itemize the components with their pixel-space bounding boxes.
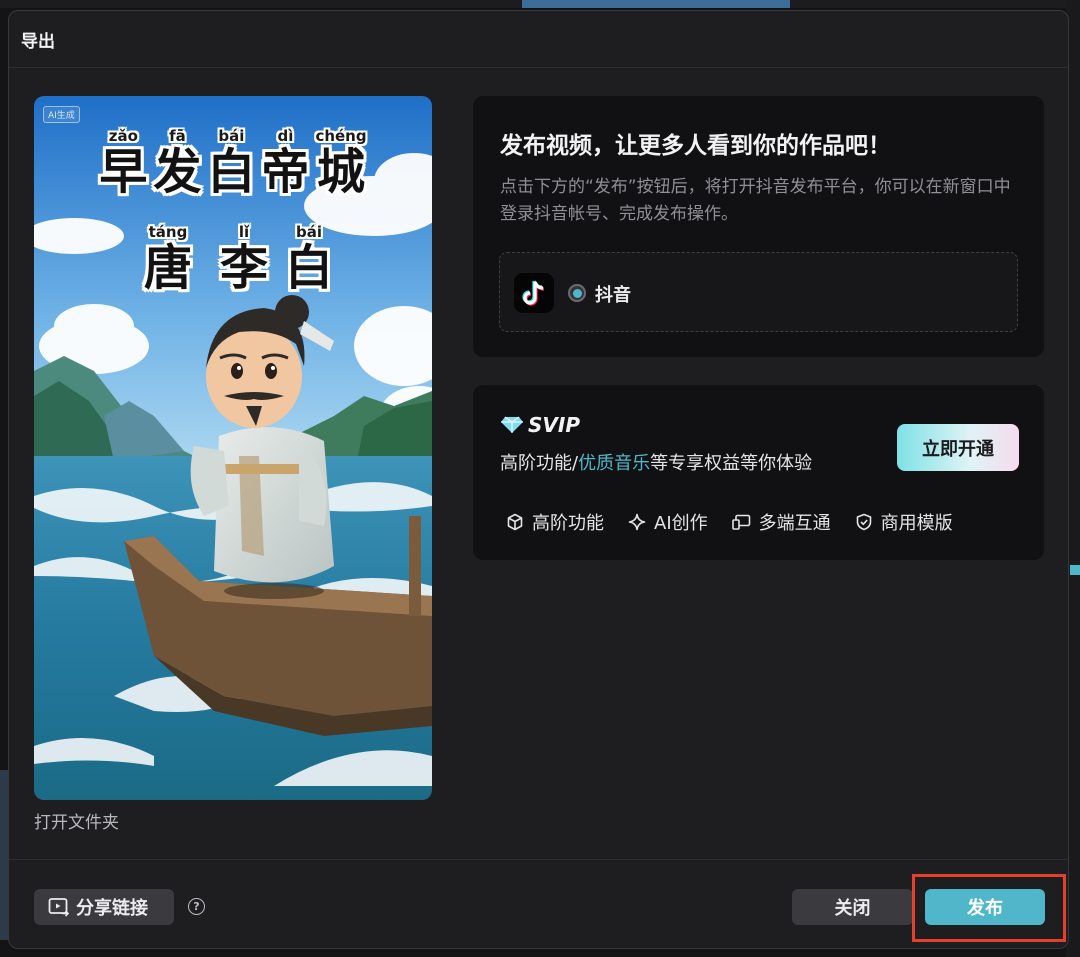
devices-icon [731,514,750,530]
hanzi-char: 白 [207,144,256,200]
platform-radio[interactable] [568,284,586,302]
preview-scene-image [34,96,432,800]
poem-char: zǎo 早 [99,128,147,198]
feature-label: 商用模版 [880,513,953,534]
video-preview: AI生成 zǎo 早 fā 发 bái 白 dì 帝 chéng 城 táng 唐 lǐ 李 bái 白 [34,96,432,800]
dialog-title: 导出 [21,31,55,52]
shield-check-icon [856,513,871,531]
poem-char: chéng 城 [315,128,366,198]
feature-label: 多端互通 [758,513,831,534]
dialog-header: 导出 [9,11,1068,68]
poem-author: táng 唐 lǐ 李 bái 白 [34,224,432,294]
feature-label: 高阶功能 [532,513,604,534]
hanzi-char: 白 [285,240,334,296]
ai-generated-badge: AI生成 [43,106,80,123]
close-button[interactable]: 关闭 [792,889,913,925]
hanzi-char: 早 [99,144,148,200]
background-thumbnail [522,0,790,8]
radio-selected-dot [572,288,582,298]
poem-char: bái 白 [207,128,255,198]
tiktok-icon [514,273,554,313]
export-dialog: 导出 AI生成 zǎo 早 fā 发 bái 白 dì 帝 chéng 城 tá… [8,10,1069,949]
poem-title: zǎo 早 fā 发 bái 白 dì 帝 chéng 城 [34,128,432,198]
svip-card: SVIP 高阶功能/优质音乐等专享权益等你体验 立即开通 高阶功能 AI创作 多… [473,385,1044,560]
svip-open-button[interactable]: 立即开通 [897,424,1019,471]
diamond-icon [501,416,523,433]
background-accent [1070,565,1080,575]
background-left-panel [0,770,8,940]
help-icon[interactable]: ? [188,898,205,915]
dialog-footer: 分享链接 ? 关闭 发布 [9,859,1068,948]
share-link-label: 分享链接 [76,898,148,919]
hanzi-char: 发 [153,144,202,200]
cube-icon [507,513,523,531]
svip-desc-suffix: 等专享权益等你体验 [650,453,813,474]
svip-label: SVIP [528,413,580,437]
poem-char: bái 白 [285,224,333,294]
poem-char: dì 帝 [261,128,309,198]
platform-option-douyin[interactable]: 抖音 [499,252,1018,332]
platform-label: 抖音 [595,285,631,306]
svip-badge: SVIP [500,413,580,437]
share-video-icon [48,898,70,917]
hanzi-char: 帝 [261,144,310,200]
open-folder-link[interactable]: 打开文件夹 [34,808,119,833]
background-toolbar [0,0,1080,8]
publish-button[interactable]: 发布 [925,889,1045,925]
hanzi-char: 城 [317,144,366,200]
svip-features: 高阶功能 AI创作 多端互通 商用模版 [506,509,977,535]
feature-ai: AI创作 [628,509,708,535]
poem-char: lǐ 李 [220,224,268,294]
svip-description: 高阶功能/优质音乐等专享权益等你体验 [500,449,812,475]
share-link-button[interactable]: 分享链接 [34,889,174,925]
poem-char: táng 唐 [144,224,192,294]
sparkle-icon [628,513,646,531]
feature-commercial: 商用模版 [855,509,953,535]
feature-advanced: 高阶功能 [506,509,604,535]
hanzi-char: 李 [219,240,268,296]
svip-desc-highlight: 优质音乐 [578,453,651,474]
feature-multidevice: 多端互通 [731,509,831,535]
svip-desc-prefix: 高阶功能/ [500,453,579,474]
hanzi-char: 唐 [143,240,192,296]
publish-card: 发布视频，让更多人看到你的作品吧！ 点击下方的“发布”按钮后，将打开抖音发布平台… [473,96,1044,357]
poem-char: fā 发 [153,128,201,198]
publish-description: 点击下方的“发布”按钮后，将打开抖音发布平台，你可以在新窗口中登录抖音帐号、完成… [500,177,1011,224]
feature-label: AI创作 [654,513,708,534]
publish-title: 发布视频，让更多人看到你的作品吧！ [500,133,891,159]
